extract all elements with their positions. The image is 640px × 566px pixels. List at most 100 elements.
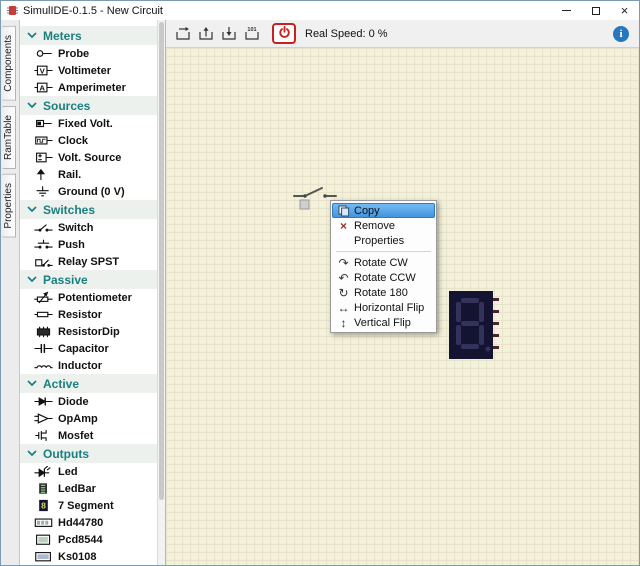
svg-text:V: V [39,66,45,75]
menu-item-label: Copy [354,204,380,217]
category-label: Switches [43,202,96,217]
push-icon [32,238,54,251]
category-label: Outputs [43,446,89,461]
palette-item-ground-0-v[interactable]: Ground (0 V) [20,183,158,200]
window-controls: × [552,1,639,20]
palette-item-label: Hd44780 [58,516,104,529]
palette-item-rail[interactable]: Rail. [20,166,158,183]
rail-icon [32,168,54,181]
save-circuit-button[interactable] [218,23,239,45]
palette-item-switch[interactable]: Switch [20,219,158,236]
hd44780-icon [32,516,54,529]
mosfet-icon [32,429,54,442]
palette-item-label: Switch [58,221,94,234]
category-meters[interactable]: Meters [20,26,158,45]
toolbar-file-buttons: 101 [172,23,262,45]
palette-item-label: Rail. [58,168,82,181]
palette-item-label: LedBar [58,482,96,495]
palette-item-led[interactable]: Led [20,463,158,480]
menu-item-rotate-ccw[interactable]: ↶ Rotate CCW [332,270,435,285]
menu-item-rotate-cw[interactable]: ↷ Rotate CW [332,255,435,270]
palette-item-push[interactable]: Push [20,236,158,253]
power-button[interactable] [272,23,296,44]
clock-icon [32,134,54,147]
palette-item-relay-spst[interactable]: Relay SPST [20,253,158,270]
menu-item-copy[interactable]: Copy [332,203,435,218]
save-circuit-icon [218,26,239,42]
svg-text:A: A [39,83,45,92]
menu-item-vertical-flip[interactable]: ↕ Vertical Flip [332,315,435,330]
remove-icon: × [339,218,347,233]
menu-item-horizontal-flip[interactable]: ↔ Horizontal Flip [332,300,435,315]
palette-item-label: Fixed Volt. [58,117,113,130]
side-tab-ramtable[interactable]: RamTable [2,105,16,169]
rotate-cw-icon: ↷ [338,255,349,270]
palette-item-label: Push [58,238,85,251]
menu-item-rotate-180[interactable]: ↻ Rotate 180 [332,285,435,300]
sidebar-scrollbar[interactable] [157,20,165,565]
palette-item-label: Volt. Source [58,151,122,164]
copy-icon [336,205,351,217]
palette-item-pcd8544[interactable]: Pcd8544 [20,531,158,548]
vertical-flip-icon: ↕ [340,315,347,330]
circuit-canvas[interactable]: Copy × Remove Properties ↷ Rotate CW ↶ Rotate C… [166,48,639,565]
rotate-180-icon: ↻ [338,285,349,300]
pcd8544-icon [32,533,54,546]
title-bar[interactable]: SimulIDE-0.1.5 - New Circuit × [1,1,639,20]
palette-item-hd44780[interactable]: Hd44780 [20,514,158,531]
diode-icon [32,395,54,408]
menu-item-properties[interactable]: Properties [332,233,435,248]
category-outputs[interactable]: Outputs [20,444,158,463]
menu-item-label: Horizontal Flip [354,301,425,314]
palette-item-label: Probe [58,47,90,60]
palette-item-capacitor[interactable]: Capacitor [20,340,158,357]
palette-item-amperimeter[interactable]: A Amperimeter [20,79,158,96]
palette-item-7-segment[interactable]: 8 7 Segment [20,497,158,514]
side-tab-components[interactable]: Components [2,26,16,101]
category-active[interactable]: Active [20,374,158,393]
menu-item-remove[interactable]: × Remove [332,218,435,233]
palette-item-inductor[interactable]: Inductor [20,357,158,374]
ks0108-icon [32,550,54,563]
palette-item-diode[interactable]: Diode [20,393,158,410]
category-switches[interactable]: Switches [20,200,158,219]
palette-item-label: Led [58,465,78,478]
palette-item-label: ResistorDip [58,325,120,338]
open-circuit-button[interactable] [195,23,216,45]
palette-item-fixed-volt[interactable]: Fixed Volt. [20,115,158,132]
close-button[interactable]: × [610,1,639,20]
app-icon [6,4,19,17]
palette-item-volt-source[interactable]: Volt. Source [20,149,158,166]
palette-item-ledbar[interactable]: LedBar [20,480,158,497]
resistordip-icon [32,325,54,338]
seven-segment-display[interactable] [449,291,499,362]
chevron-down-icon [26,450,38,457]
palette-item-potentiometer[interactable]: Potentiometer [20,289,158,306]
palette-item-resistor[interactable]: Resistor [20,306,158,323]
category-sources[interactable]: Sources [20,96,158,115]
minimize-button[interactable] [552,1,581,20]
chevron-down-icon [26,276,38,283]
scrollbar-thumb[interactable] [159,22,164,500]
load-firmware-button[interactable]: 101 [241,23,262,45]
category-passive[interactable]: Passive [20,270,158,289]
opamp-icon [32,412,54,425]
power-icon [278,25,291,42]
palette-item-probe[interactable]: Probe [20,45,158,62]
palette-item-mosfet[interactable]: Mosfet [20,427,158,444]
maximize-button[interactable] [581,1,610,20]
menu-item-label: Vertical Flip [354,316,411,329]
side-tab-properties[interactable]: Properties [2,173,16,238]
palette-item-opamp[interactable]: OpAmp [20,410,158,427]
palette-item-ks0108[interactable]: Ks0108 [20,548,158,565]
palette-item-label: Voltimeter [58,64,111,77]
palette-item-label: Pcd8544 [58,533,103,546]
new-circuit-button[interactable] [172,23,193,45]
info-button[interactable]: i [613,25,629,42]
palette-item-voltimeter[interactable]: V Voltimeter [20,62,158,79]
palette-item-clock[interactable]: Clock [20,132,158,149]
palette-item-label: Diode [58,395,89,408]
palette-item-label: Ground (0 V) [58,185,125,198]
palette-item-resistordip[interactable]: ResistorDip [20,323,158,340]
svg-text:101: 101 [247,27,256,33]
